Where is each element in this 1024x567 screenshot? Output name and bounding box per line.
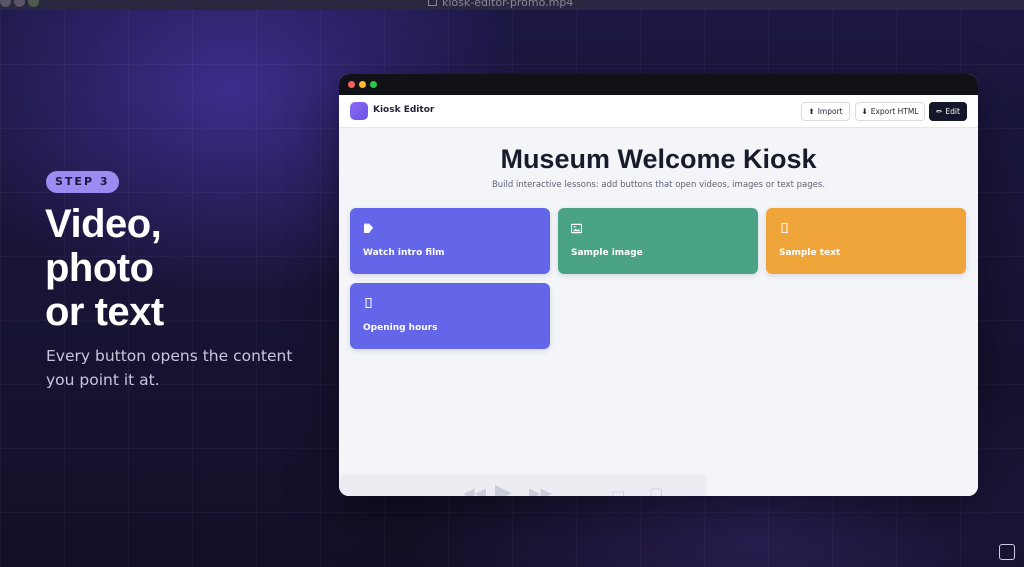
- kiosk-button-sample-text[interactable]: Sample text: [766, 208, 966, 274]
- card-label: Sample text: [779, 248, 841, 258]
- step-badge: STEP 3: [46, 171, 119, 193]
- video-stage: kiosk-editor-promo.mp4 STEP 3 Video, pho…: [0, 0, 1024, 567]
- play-icon[interactable]: ▶: [495, 480, 512, 496]
- player-close-button[interactable]: [0, 0, 11, 7]
- fast-forward-icon[interactable]: ▶▶: [529, 484, 552, 496]
- card-label: Opening hours: [363, 323, 438, 333]
- app-logo-icon: [350, 102, 368, 120]
- kiosk-button-watch-intro-film[interactable]: Watch intro film: [350, 208, 550, 274]
- image-icon: [571, 223, 582, 234]
- import-button[interactable]: ⬆ Import: [801, 102, 850, 121]
- kiosk-title: Museum Welcome Kiosk: [500, 144, 817, 174]
- app-window: Kiosk Editor ⬆ Import ⬇ Export HTML ✏ Edit …: [339, 74, 978, 496]
- video-player-controls: ◀◀ ▶ ▶▶ ▭ ▢: [339, 474, 707, 496]
- slide-subtext: Every button opens the content you point…: [46, 347, 293, 389]
- window-close-button[interactable]: [348, 81, 355, 88]
- window-minimize-button[interactable]: [359, 81, 366, 88]
- pip-icon[interactable]: ▢: [649, 484, 663, 496]
- kiosk-canvas: Museum Welcome Kiosk Build interactive l…: [339, 128, 978, 496]
- text-icon: [365, 298, 372, 308]
- export-html-button[interactable]: ⬇ Export HTML: [855, 102, 925, 121]
- text-icon: [781, 223, 788, 233]
- file-icon: [428, 0, 437, 6]
- download-icon: ⬇: [861, 107, 868, 116]
- window-zoom-button[interactable]: [370, 81, 377, 88]
- player-title-bar: kiosk-editor-promo.mp4: [0, 0, 1024, 10]
- player-zoom-button[interactable]: [28, 0, 39, 7]
- edit-button[interactable]: ✏ Edit: [929, 102, 967, 121]
- card-label: Watch intro film: [363, 248, 445, 258]
- player-minimize-button[interactable]: [14, 0, 25, 7]
- card-label: Sample image: [571, 248, 643, 258]
- kiosk-button-opening-hours[interactable]: Opening hours: [350, 283, 550, 349]
- app-toolbar: Kiosk Editor ⬆ Import ⬇ Export HTML ✏ Edit: [339, 95, 978, 128]
- airplay-icon[interactable]: ▭: [611, 484, 625, 496]
- window-title-bar: [339, 74, 978, 95]
- rewind-icon[interactable]: ◀◀: [463, 484, 486, 496]
- video-icon: [364, 223, 374, 233]
- kiosk-subtitle: Build interactive lessons: add buttons t…: [491, 180, 826, 190]
- upload-icon: ⬆: [808, 107, 815, 116]
- slide-headline: Video, photo or text: [45, 202, 164, 334]
- pencil-icon: ✏: [936, 107, 943, 116]
- kiosk-button-sample-image[interactable]: Sample image: [558, 208, 758, 274]
- player-filename: kiosk-editor-promo.mp4: [442, 0, 574, 9]
- live-text-icon[interactable]: [999, 544, 1015, 560]
- app-name: Kiosk Editor: [373, 105, 435, 115]
